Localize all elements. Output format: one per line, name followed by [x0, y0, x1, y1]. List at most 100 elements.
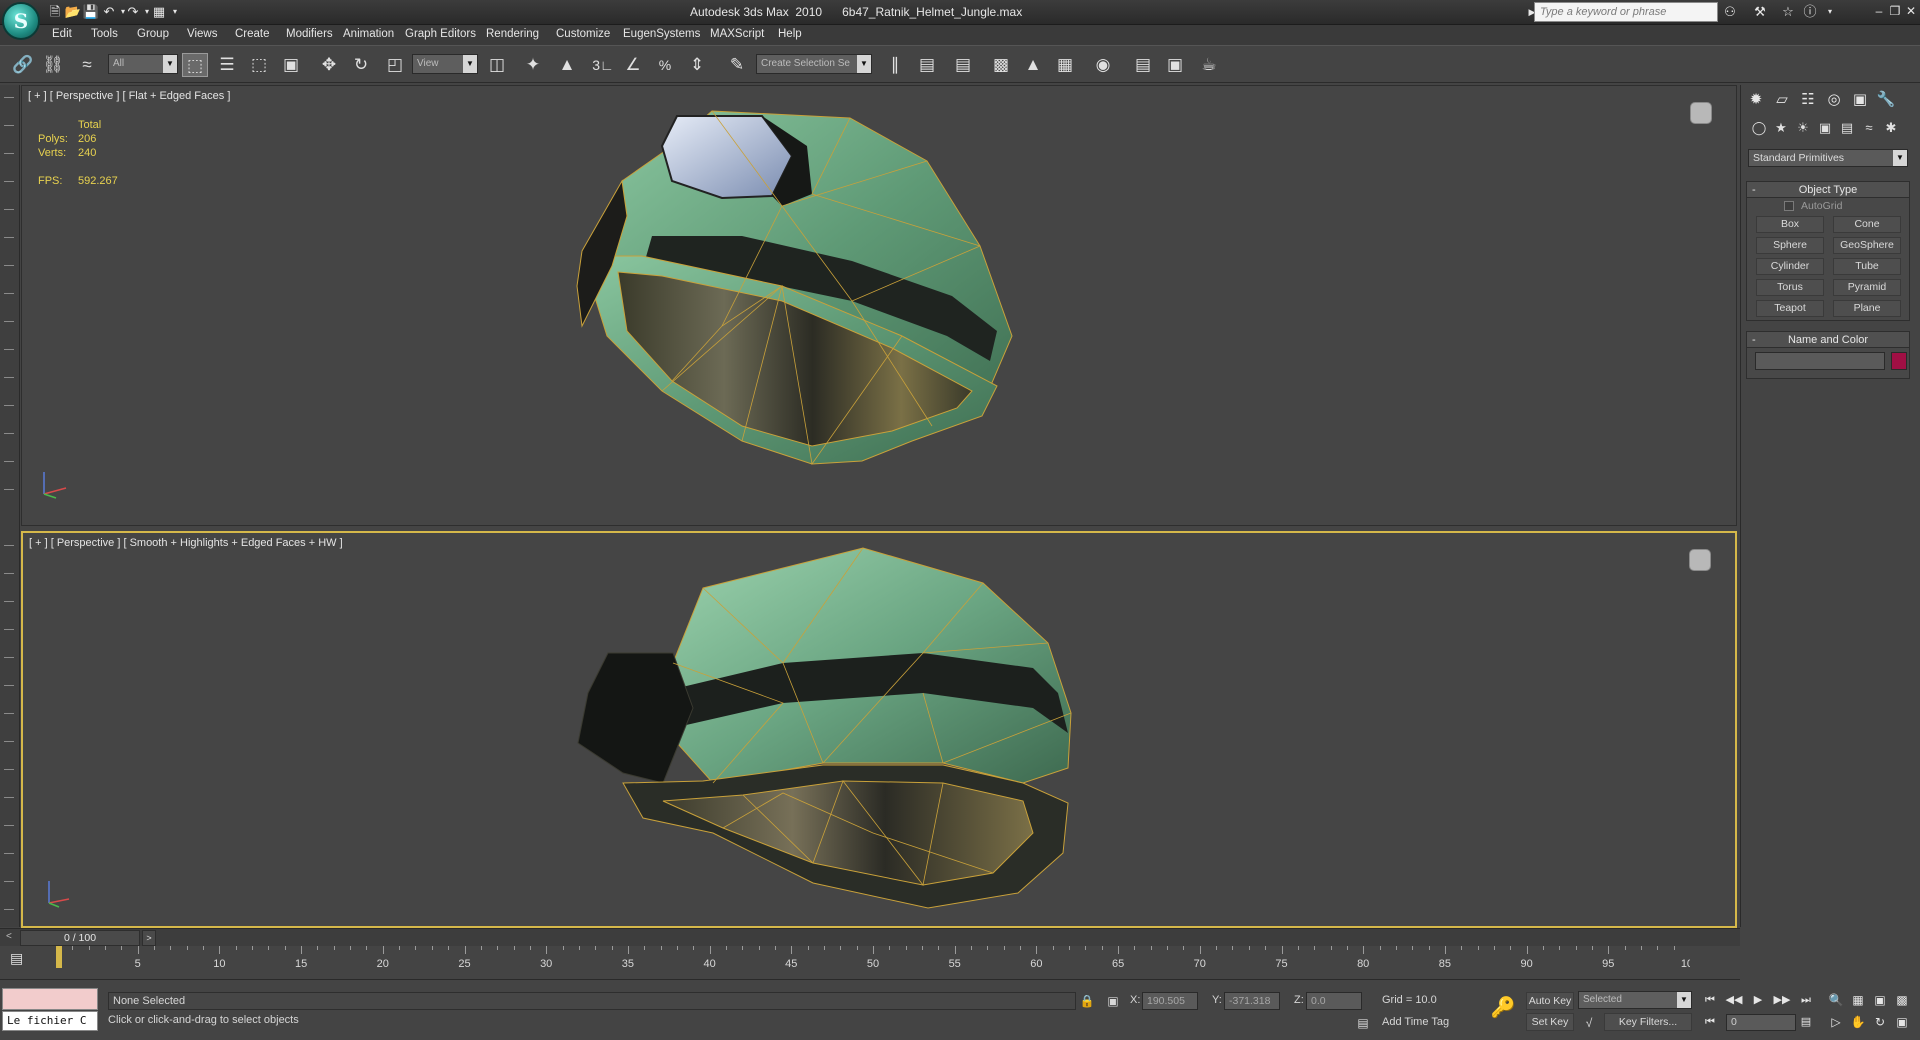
display-tab-icon[interactable]: ▣: [1849, 89, 1871, 111]
key-tangent-icon[interactable]: √: [1580, 1014, 1598, 1032]
menu-modifiers[interactable]: Modifiers: [286, 28, 333, 40]
select-by-name-icon[interactable]: ☰: [214, 53, 240, 77]
zoom-all-icon[interactable]: ▦: [1848, 991, 1868, 1009]
cameras-icon[interactable]: ▣: [1815, 119, 1835, 137]
new-file-icon[interactable]: 🗎: [46, 3, 64, 21]
lights-icon[interactable]: ☀: [1793, 119, 1813, 137]
motion-tab-icon[interactable]: ◎: [1823, 89, 1845, 111]
open-file-icon[interactable]: 📂: [64, 3, 82, 21]
menu-eugensystems[interactable]: EugenSystems: [623, 28, 700, 40]
viewport-label-bottom[interactable]: [ + ] [ Perspective ] [ Smooth + Highlig…: [29, 537, 343, 549]
play-icon[interactable]: ▶: [1748, 991, 1768, 1009]
track-bar[interactable]: ▤ 5 10 15 20 25 30 35 40 45 50 55 60 65 70 75 80 85 90 95 1…: [0, 946, 1740, 980]
sphere-button[interactable]: Sphere: [1756, 237, 1824, 254]
quick-access-dropdown-icon[interactable]: ▾: [166, 3, 184, 21]
close-icon[interactable]: ✕: [1904, 3, 1918, 19]
name-and-color-header[interactable]: - Name and Color: [1747, 332, 1909, 348]
menu-tools[interactable]: Tools: [91, 28, 118, 40]
time-tag-icon[interactable]: ▤: [1354, 1014, 1372, 1032]
unlink-selection-icon[interactable]: ⛓: [40, 53, 66, 77]
rendered-frame-window-icon[interactable]: ▣: [1162, 53, 1188, 77]
time-slider-thumb[interactable]: 0 / 100: [20, 930, 140, 946]
zoom-icon[interactable]: 🔍: [1826, 991, 1846, 1009]
add-time-tag[interactable]: Add Time Tag: [1382, 1016, 1449, 1028]
minimize-icon[interactable]: –: [1872, 3, 1886, 19]
key-mode-dropdown[interactable]: Selected ▼: [1578, 991, 1692, 1009]
geometry-icon[interactable]: ◯: [1749, 119, 1769, 137]
helpers-icon[interactable]: ▤: [1837, 119, 1857, 137]
help-dropdown-icon[interactable]: ▾: [1820, 3, 1840, 21]
snaps-toggle-icon[interactable]: 3∟: [590, 53, 616, 77]
utilities-tab-icon[interactable]: 🔧: [1875, 89, 1897, 111]
search-input[interactable]: Type a keyword or phrase: [1534, 2, 1718, 22]
app-logo-button[interactable]: S: [2, 2, 40, 40]
bind-to-space-warp-icon[interactable]: ≈: [74, 53, 100, 77]
primitive-category-dropdown[interactable]: Standard Primitives ▼: [1748, 149, 1908, 167]
zoom-extents-all-icon[interactable]: ▩: [1892, 991, 1912, 1009]
pivot-center-icon[interactable]: ◫: [484, 53, 510, 77]
mini-curve-editor-icon[interactable]: ▤: [10, 950, 32, 970]
curve-editor-icon[interactable]: ▲: [1020, 53, 1046, 77]
layer-manager-icon[interactable]: ▤: [950, 53, 976, 77]
menu-views[interactable]: Views: [187, 28, 217, 40]
cylinder-button[interactable]: Cylinder: [1756, 258, 1824, 275]
key-filters-button[interactable]: Key Filters...: [1604, 1013, 1692, 1031]
cone-button[interactable]: Cone: [1833, 216, 1901, 233]
set-key-icon[interactable]: 🔑: [1486, 995, 1520, 1019]
named-selection-dropdown[interactable]: Create Selection Se ▼: [756, 54, 872, 74]
tube-button[interactable]: Tube: [1833, 258, 1901, 275]
select-object-icon[interactable]: ⬚: [182, 53, 208, 77]
orbit-icon[interactable]: ↻: [1870, 1013, 1890, 1031]
percent-snap-icon[interactable]: %: [652, 53, 678, 77]
modify-tab-icon[interactable]: ▱: [1771, 89, 1793, 111]
go-to-end-icon[interactable]: ⏭: [1796, 991, 1816, 1009]
maximize-viewport-icon[interactable]: ▣: [1892, 1013, 1912, 1031]
pyramid-button[interactable]: Pyramid: [1833, 279, 1901, 296]
autogrid-checkbox[interactable]: [1784, 201, 1794, 211]
select-and-scale-icon[interactable]: ◰: [382, 53, 408, 77]
key-mode-toggle-icon[interactable]: ⏮: [1700, 1013, 1720, 1031]
material-editor-icon[interactable]: ◉: [1090, 53, 1116, 77]
plane-button[interactable]: Plane: [1833, 300, 1901, 317]
keyboard-shortcut-override-icon[interactable]: ▲: [554, 53, 580, 77]
z-coordinate-field[interactable]: 0.0: [1306, 992, 1362, 1010]
help-icon[interactable]: ⓘ: [1800, 3, 1820, 21]
current-frame-field[interactable]: 0: [1726, 1014, 1796, 1031]
menu-maxscript[interactable]: MAXScript: [710, 28, 764, 40]
selection-lock-icon[interactable]: 🔒: [1078, 992, 1096, 1010]
select-and-link-icon[interactable]: 🔗: [10, 53, 36, 77]
graphite-tools-icon[interactable]: ▩: [988, 53, 1014, 77]
window-crossing-icon[interactable]: ▣: [278, 53, 304, 77]
shapes-icon[interactable]: ★: [1771, 119, 1791, 137]
zoom-extents-icon[interactable]: ▣: [1870, 991, 1890, 1009]
time-slider[interactable]: < 0 / 100 >: [0, 928, 1740, 946]
space-warps-icon[interactable]: ≈: [1859, 119, 1879, 137]
menu-group[interactable]: Group: [137, 28, 169, 40]
object-name-field[interactable]: [1755, 352, 1885, 370]
time-slider-prev-icon[interactable]: <: [6, 931, 18, 945]
maxscript-mini-listener-output[interactable]: Le fichier C: [2, 1011, 98, 1031]
menu-graph-editors[interactable]: Graph Editors: [405, 28, 476, 40]
object-type-header[interactable]: - Object Type: [1747, 182, 1909, 198]
favorites-star-icon[interactable]: ☆: [1778, 3, 1798, 21]
align-icon[interactable]: ▤: [914, 53, 940, 77]
viewport-label-top[interactable]: [ + ] [ Perspective ] [ Flat + Edged Fac…: [28, 90, 230, 102]
time-slider-next-icon[interactable]: >: [142, 930, 156, 946]
systems-icon[interactable]: ✱: [1881, 119, 1901, 137]
spinner-snap-icon[interactable]: ⇕: [684, 53, 710, 77]
menu-help[interactable]: Help: [778, 28, 802, 40]
subscription-center-icon[interactable]: ⚒: [1750, 3, 1770, 21]
menu-create[interactable]: Create: [235, 28, 270, 40]
mirror-icon[interactable]: ∥: [882, 53, 908, 77]
time-configuration-icon[interactable]: ▤: [1796, 1013, 1816, 1031]
viewport-perspective-top[interactable]: [ + ] [ Perspective ] [ Flat + Edged Fac…: [21, 85, 1737, 526]
menu-customize[interactable]: Customize: [556, 28, 610, 40]
edit-named-selection-icon[interactable]: ✎: [724, 53, 750, 77]
set-key-button[interactable]: Set Key: [1526, 1013, 1574, 1031]
binoculars-icon[interactable]: ⚇: [1720, 3, 1740, 21]
save-icon[interactable]: 💾: [82, 3, 100, 21]
select-and-manipulate-icon[interactable]: ✦: [520, 53, 546, 77]
rectangular-selection-icon[interactable]: ⬚: [246, 53, 272, 77]
viewport-perspective-bottom[interactable]: [ + ] [ Perspective ] [ Smooth + Highlig…: [21, 531, 1737, 928]
menu-edit[interactable]: Edit: [52, 28, 72, 40]
